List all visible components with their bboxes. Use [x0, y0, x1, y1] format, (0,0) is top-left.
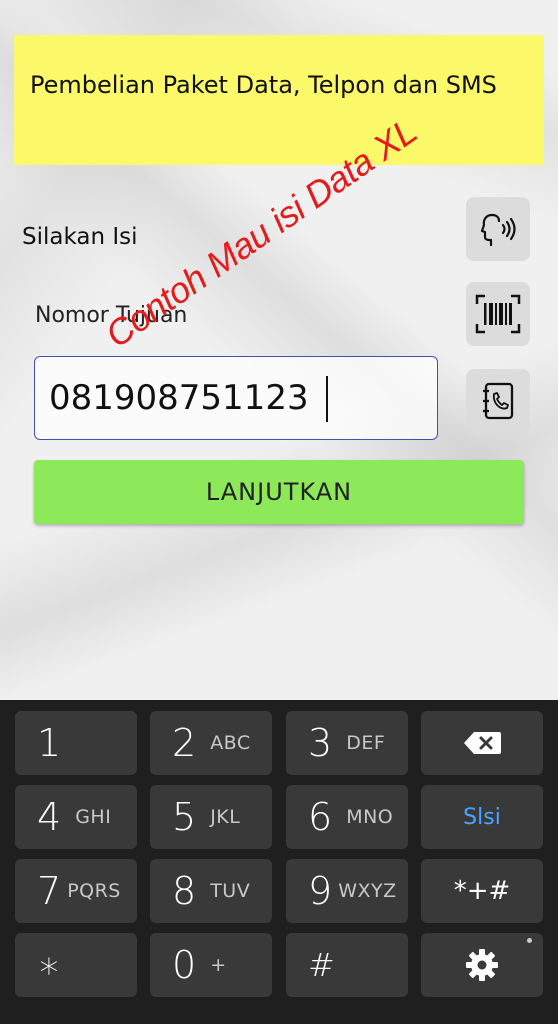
key-3[interactable]: 3 DEF	[286, 711, 408, 775]
key-digit: 9	[308, 869, 333, 913]
key-0[interactable]: 0 +	[150, 933, 272, 997]
key-digit: 3	[308, 721, 333, 765]
settings-key[interactable]	[421, 933, 543, 997]
key-letters: JKL	[210, 806, 241, 828]
numeric-keyboard: 1 2 ABC 3 DEF 4 GHI 5 JKL 6 MNO Slsi 7 P…	[0, 700, 558, 1024]
key-star[interactable]: ∗	[15, 933, 137, 997]
text-caret	[326, 376, 328, 422]
key-letters: ABC	[210, 732, 251, 754]
contact-book-icon	[483, 382, 514, 420]
indicator-dot	[527, 938, 532, 943]
key-digit: 8	[172, 869, 197, 913]
key-digit: 5	[172, 795, 197, 839]
key-digit: 4	[37, 795, 62, 839]
key-digit: ∗	[37, 943, 61, 987]
section-label: Silakan Isi	[22, 224, 138, 250]
barcode-scan-button[interactable]	[466, 282, 530, 346]
key-digit: 2	[172, 721, 197, 765]
key-letters: MNO	[346, 806, 394, 828]
key-digit: #	[308, 946, 335, 984]
key-letters: DEF	[346, 732, 386, 754]
key-6[interactable]: 6 MNO	[286, 785, 408, 849]
barcode-scan-icon	[475, 294, 521, 334]
key-5[interactable]: 5 JKL	[150, 785, 272, 849]
key-7[interactable]: 7 PQRS	[15, 859, 137, 923]
slsi-label: Slsi	[463, 804, 501, 830]
key-2[interactable]: 2 ABC	[150, 711, 272, 775]
key-4[interactable]: 4 GHI	[15, 785, 137, 849]
key-1[interactable]: 1	[15, 711, 137, 775]
lanjutkan-button[interactable]: LANJUTKAN	[34, 460, 524, 524]
key-digit: 0	[172, 943, 197, 987]
page-title: Pembelian Paket Data, Telpon dan SMS	[30, 71, 497, 99]
key-letters: PQRS	[67, 880, 121, 902]
key-hash[interactable]: #	[286, 933, 408, 997]
key-digit: 1	[37, 721, 62, 765]
key-letters: GHI	[75, 806, 112, 828]
key-letters: +	[210, 954, 227, 976]
app-screen: Pembelian Paket Data, Telpon dan SMS Sil…	[0, 0, 558, 700]
symbols-key[interactable]: *+#	[421, 859, 543, 923]
backspace-icon	[464, 732, 501, 754]
key-8[interactable]: 8 TUV	[150, 859, 272, 923]
backspace-key[interactable]	[421, 711, 543, 775]
voice-input-button[interactable]	[466, 197, 530, 261]
contact-book-button[interactable]	[466, 369, 530, 433]
key-9[interactable]: 9 WXYZ	[286, 859, 408, 923]
key-digit: 7	[37, 869, 62, 913]
key-letters: WXYZ	[338, 880, 397, 902]
voice-input-icon	[480, 213, 516, 247]
page-title-banner: Pembelian Paket Data, Telpon dan SMS	[14, 35, 544, 165]
phone-number-input[interactable]	[34, 356, 438, 440]
slsi-key[interactable]: Slsi	[421, 785, 543, 849]
gear-icon	[466, 949, 498, 981]
symbols-label: *+#	[453, 876, 511, 906]
key-letters: TUV	[210, 880, 251, 902]
key-digit: 6	[308, 795, 333, 839]
